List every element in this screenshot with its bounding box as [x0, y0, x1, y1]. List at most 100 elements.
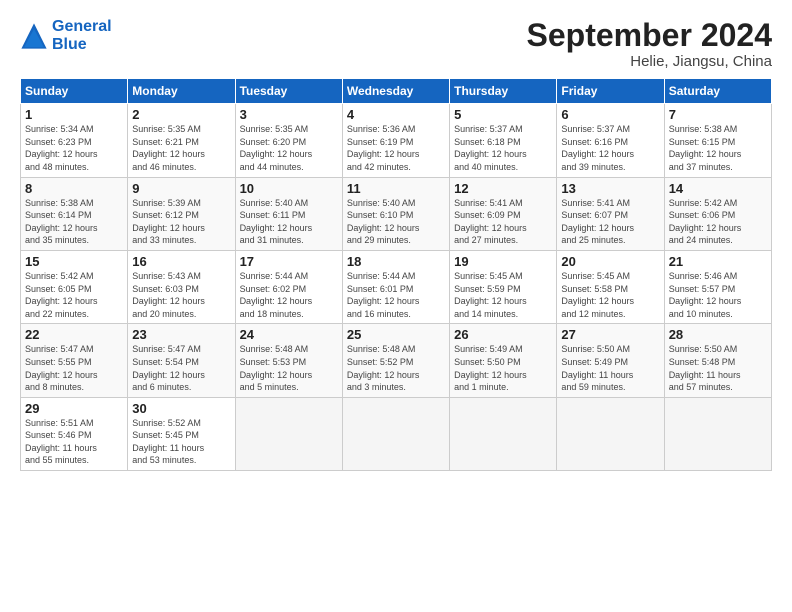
- day-info: Sunrise: 5:47 AM Sunset: 5:54 PM Dayligh…: [132, 343, 230, 393]
- logo: General Blue: [20, 18, 112, 53]
- day-info: Sunrise: 5:51 AM Sunset: 5:46 PM Dayligh…: [25, 417, 123, 467]
- day-info: Sunrise: 5:37 AM Sunset: 6:18 PM Dayligh…: [454, 123, 552, 173]
- day-number: 8: [25, 181, 123, 196]
- day-info: Sunrise: 5:49 AM Sunset: 5:50 PM Dayligh…: [454, 343, 552, 393]
- day-info: Sunrise: 5:34 AM Sunset: 6:23 PM Dayligh…: [25, 123, 123, 173]
- day-number: 21: [669, 254, 767, 269]
- day-number: 16: [132, 254, 230, 269]
- calendar-cell: 21Sunrise: 5:46 AM Sunset: 5:57 PM Dayli…: [664, 250, 771, 323]
- day-number: 20: [561, 254, 659, 269]
- day-number: 26: [454, 327, 552, 342]
- day-info: Sunrise: 5:38 AM Sunset: 6:15 PM Dayligh…: [669, 123, 767, 173]
- day-info: Sunrise: 5:41 AM Sunset: 6:09 PM Dayligh…: [454, 197, 552, 247]
- title-block: September 2024 Helie, Jiangsu, China: [527, 18, 772, 70]
- day-info: Sunrise: 5:39 AM Sunset: 6:12 PM Dayligh…: [132, 197, 230, 247]
- day-number: 10: [240, 181, 338, 196]
- day-info: Sunrise: 5:44 AM Sunset: 6:01 PM Dayligh…: [347, 270, 445, 320]
- day-info: Sunrise: 5:50 AM Sunset: 5:49 PM Dayligh…: [561, 343, 659, 393]
- calendar-body: 1Sunrise: 5:34 AM Sunset: 6:23 PM Daylig…: [21, 104, 772, 471]
- day-info: Sunrise: 5:48 AM Sunset: 5:52 PM Dayligh…: [347, 343, 445, 393]
- day-info: Sunrise: 5:52 AM Sunset: 5:45 PM Dayligh…: [132, 417, 230, 467]
- day-number: 6: [561, 107, 659, 122]
- day-number: 19: [454, 254, 552, 269]
- day-info: Sunrise: 5:40 AM Sunset: 6:10 PM Dayligh…: [347, 197, 445, 247]
- day-info: Sunrise: 5:50 AM Sunset: 5:48 PM Dayligh…: [669, 343, 767, 393]
- day-number: 7: [669, 107, 767, 122]
- day-info: Sunrise: 5:46 AM Sunset: 5:57 PM Dayligh…: [669, 270, 767, 320]
- calendar-cell: 23Sunrise: 5:47 AM Sunset: 5:54 PM Dayli…: [128, 324, 235, 397]
- day-info: Sunrise: 5:41 AM Sunset: 6:07 PM Dayligh…: [561, 197, 659, 247]
- day-info: Sunrise: 5:47 AM Sunset: 5:55 PM Dayligh…: [25, 343, 123, 393]
- day-info: Sunrise: 5:42 AM Sunset: 6:06 PM Dayligh…: [669, 197, 767, 247]
- day-number: 25: [347, 327, 445, 342]
- calendar-cell: 2Sunrise: 5:35 AM Sunset: 6:21 PM Daylig…: [128, 104, 235, 177]
- calendar-cell: 12Sunrise: 5:41 AM Sunset: 6:09 PM Dayli…: [450, 177, 557, 250]
- calendar-cell: [450, 397, 557, 470]
- day-info: Sunrise: 5:42 AM Sunset: 6:05 PM Dayligh…: [25, 270, 123, 320]
- day-header-monday: Monday: [128, 79, 235, 104]
- day-info: Sunrise: 5:38 AM Sunset: 6:14 PM Dayligh…: [25, 197, 123, 247]
- calendar-cell: 22Sunrise: 5:47 AM Sunset: 5:55 PM Dayli…: [21, 324, 128, 397]
- day-number: 22: [25, 327, 123, 342]
- day-header-wednesday: Wednesday: [342, 79, 449, 104]
- day-number: 17: [240, 254, 338, 269]
- day-header-tuesday: Tuesday: [235, 79, 342, 104]
- calendar-cell: 8Sunrise: 5:38 AM Sunset: 6:14 PM Daylig…: [21, 177, 128, 250]
- calendar-cell: 25Sunrise: 5:48 AM Sunset: 5:52 PM Dayli…: [342, 324, 449, 397]
- day-number: 9: [132, 181, 230, 196]
- calendar-cell: 28Sunrise: 5:50 AM Sunset: 5:48 PM Dayli…: [664, 324, 771, 397]
- day-header-sunday: Sunday: [21, 79, 128, 104]
- day-number: 12: [454, 181, 552, 196]
- page: General Blue September 2024 Helie, Jiang…: [0, 0, 792, 612]
- calendar-cell: 27Sunrise: 5:50 AM Sunset: 5:49 PM Dayli…: [557, 324, 664, 397]
- calendar-cell: 6Sunrise: 5:37 AM Sunset: 6:16 PM Daylig…: [557, 104, 664, 177]
- day-info: Sunrise: 5:36 AM Sunset: 6:19 PM Dayligh…: [347, 123, 445, 173]
- calendar-cell: 11Sunrise: 5:40 AM Sunset: 6:10 PM Dayli…: [342, 177, 449, 250]
- day-number: 5: [454, 107, 552, 122]
- calendar-cell: 15Sunrise: 5:42 AM Sunset: 6:05 PM Dayli…: [21, 250, 128, 323]
- day-info: Sunrise: 5:40 AM Sunset: 6:11 PM Dayligh…: [240, 197, 338, 247]
- calendar-week-row: 8Sunrise: 5:38 AM Sunset: 6:14 PM Daylig…: [21, 177, 772, 250]
- calendar-cell: [342, 397, 449, 470]
- calendar-week-row: 22Sunrise: 5:47 AM Sunset: 5:55 PM Dayli…: [21, 324, 772, 397]
- logo-icon: [20, 22, 48, 50]
- calendar-cell: 13Sunrise: 5:41 AM Sunset: 6:07 PM Dayli…: [557, 177, 664, 250]
- calendar-cell: [664, 397, 771, 470]
- calendar-week-row: 1Sunrise: 5:34 AM Sunset: 6:23 PM Daylig…: [21, 104, 772, 177]
- calendar-cell: 7Sunrise: 5:38 AM Sunset: 6:15 PM Daylig…: [664, 104, 771, 177]
- day-number: 1: [25, 107, 123, 122]
- calendar-week-row: 29Sunrise: 5:51 AM Sunset: 5:46 PM Dayli…: [21, 397, 772, 470]
- calendar-cell: 10Sunrise: 5:40 AM Sunset: 6:11 PM Dayli…: [235, 177, 342, 250]
- day-header-saturday: Saturday: [664, 79, 771, 104]
- day-number: 3: [240, 107, 338, 122]
- day-number: 30: [132, 401, 230, 416]
- day-number: 24: [240, 327, 338, 342]
- header: General Blue September 2024 Helie, Jiang…: [20, 18, 772, 70]
- calendar-cell: 17Sunrise: 5:44 AM Sunset: 6:02 PM Dayli…: [235, 250, 342, 323]
- month-title: September 2024: [527, 18, 772, 53]
- calendar-cell: 14Sunrise: 5:42 AM Sunset: 6:06 PM Dayli…: [664, 177, 771, 250]
- calendar-cell: [557, 397, 664, 470]
- calendar-cell: 9Sunrise: 5:39 AM Sunset: 6:12 PM Daylig…: [128, 177, 235, 250]
- day-number: 18: [347, 254, 445, 269]
- day-info: Sunrise: 5:43 AM Sunset: 6:03 PM Dayligh…: [132, 270, 230, 320]
- day-info: Sunrise: 5:37 AM Sunset: 6:16 PM Dayligh…: [561, 123, 659, 173]
- calendar-table: SundayMondayTuesdayWednesdayThursdayFrid…: [20, 78, 772, 471]
- day-number: 27: [561, 327, 659, 342]
- day-info: Sunrise: 5:35 AM Sunset: 6:21 PM Dayligh…: [132, 123, 230, 173]
- day-header-friday: Friday: [557, 79, 664, 104]
- calendar-cell: 1Sunrise: 5:34 AM Sunset: 6:23 PM Daylig…: [21, 104, 128, 177]
- logo-text: General Blue: [52, 18, 112, 53]
- day-info: Sunrise: 5:44 AM Sunset: 6:02 PM Dayligh…: [240, 270, 338, 320]
- day-info: Sunrise: 5:45 AM Sunset: 5:59 PM Dayligh…: [454, 270, 552, 320]
- day-number: 14: [669, 181, 767, 196]
- calendar-cell: 24Sunrise: 5:48 AM Sunset: 5:53 PM Dayli…: [235, 324, 342, 397]
- calendar-cell: 5Sunrise: 5:37 AM Sunset: 6:18 PM Daylig…: [450, 104, 557, 177]
- day-info: Sunrise: 5:48 AM Sunset: 5:53 PM Dayligh…: [240, 343, 338, 393]
- calendar-cell: [235, 397, 342, 470]
- day-number: 11: [347, 181, 445, 196]
- subtitle: Helie, Jiangsu, China: [527, 53, 772, 70]
- day-number: 28: [669, 327, 767, 342]
- day-number: 13: [561, 181, 659, 196]
- calendar-cell: 26Sunrise: 5:49 AM Sunset: 5:50 PM Dayli…: [450, 324, 557, 397]
